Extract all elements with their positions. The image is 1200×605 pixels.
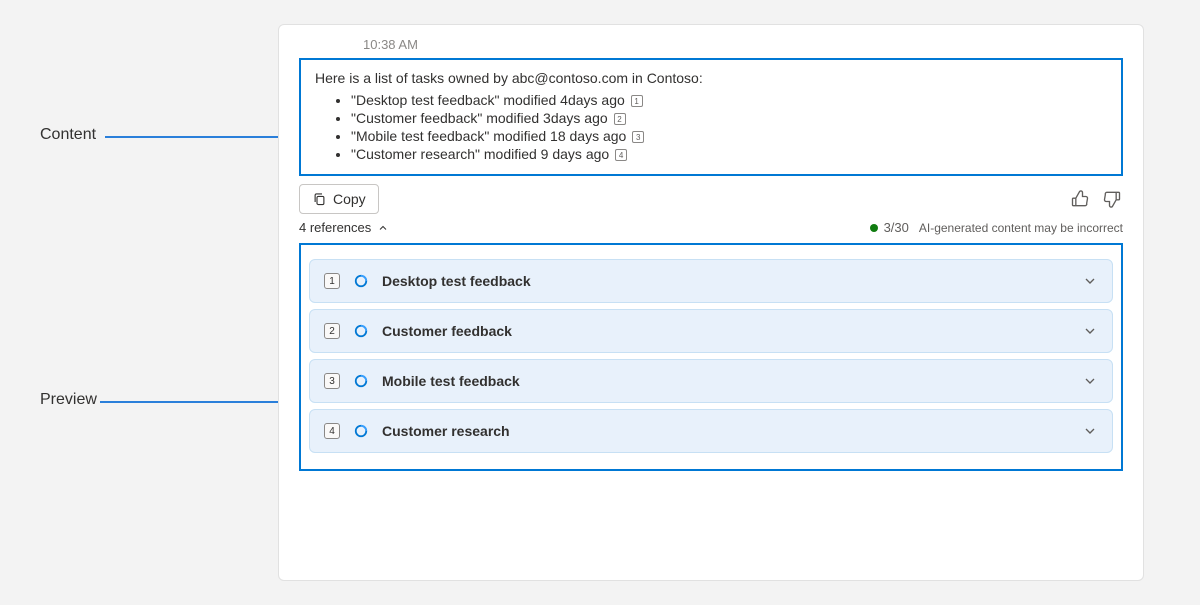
copy-button[interactable]: Copy [299,184,379,214]
reference-number: 1 [324,273,340,289]
citation-badge[interactable]: 3 [632,131,644,143]
annotation-content-line [105,136,281,138]
reference-title: Desktop test feedback [382,273,1070,289]
copy-icon [312,192,327,207]
reference-number: 3 [324,373,340,389]
annotation-preview-line [100,401,281,403]
annotation-preview-label: Preview [40,391,97,409]
reference-item[interactable]: 2 Customer feedback [309,309,1113,353]
citation-badge[interactable]: 2 [614,113,626,125]
thumbs-down-button[interactable] [1101,188,1123,210]
chevron-down-icon [1082,423,1098,439]
loop-icon [352,422,370,440]
reference-item[interactable]: 4 Customer research [309,409,1113,453]
ai-disclaimer: AI-generated content may be incorrect [919,221,1123,235]
references-label: 4 references [299,220,371,235]
task-text: "Customer feedback" modified 3days ago [351,110,608,126]
loop-icon [352,372,370,390]
action-row: Copy [299,184,1123,214]
chevron-down-icon [1082,323,1098,339]
meta-row: 4 references 3/30 AI-generated content m… [299,220,1123,235]
task-text: "Desktop test feedback" modified 4days a… [351,92,625,108]
task-item: "Mobile test feedback" modified 18 days … [351,128,1107,144]
chevron-up-icon [377,222,389,234]
message-card: 10:38 AM Here is a list of tasks owned b… [278,24,1144,581]
reference-title: Customer research [382,423,1070,439]
reference-title: Customer feedback [382,323,1070,339]
content-intro: Here is a list of tasks owned by abc@con… [315,70,1107,86]
reference-item[interactable]: 1 Desktop test feedback [309,259,1113,303]
chevron-down-icon [1082,373,1098,389]
thumbs-up-button[interactable] [1069,188,1091,210]
task-list: "Desktop test feedback" modified 4days a… [315,92,1107,162]
task-item: "Desktop test feedback" modified 4days a… [351,92,1107,108]
status-dot-icon [870,224,878,232]
references-toggle[interactable]: 4 references [299,220,389,235]
preview-region: 1 Desktop test feedback 2 Customer feedb… [299,243,1123,471]
content-region: Here is a list of tasks owned by abc@con… [299,58,1123,176]
citation-badge[interactable]: 4 [615,149,627,161]
reference-number: 2 [324,323,340,339]
timestamp: 10:38 AM [363,37,1123,52]
task-text: "Customer research" modified 9 days ago [351,146,609,162]
copy-label: Copy [333,191,366,207]
reference-number: 4 [324,423,340,439]
task-item: "Customer research" modified 9 days ago … [351,146,1107,162]
reference-item[interactable]: 3 Mobile test feedback [309,359,1113,403]
task-item: "Customer feedback" modified 3days ago 2 [351,110,1107,126]
task-text: "Mobile test feedback" modified 18 days … [351,128,626,144]
chevron-down-icon [1082,273,1098,289]
loop-icon [352,272,370,290]
citation-badge[interactable]: 1 [631,95,643,107]
annotation-content-label: Content [40,126,96,144]
usage-count: 3/30 [884,220,909,235]
loop-icon [352,322,370,340]
reference-title: Mobile test feedback [382,373,1070,389]
